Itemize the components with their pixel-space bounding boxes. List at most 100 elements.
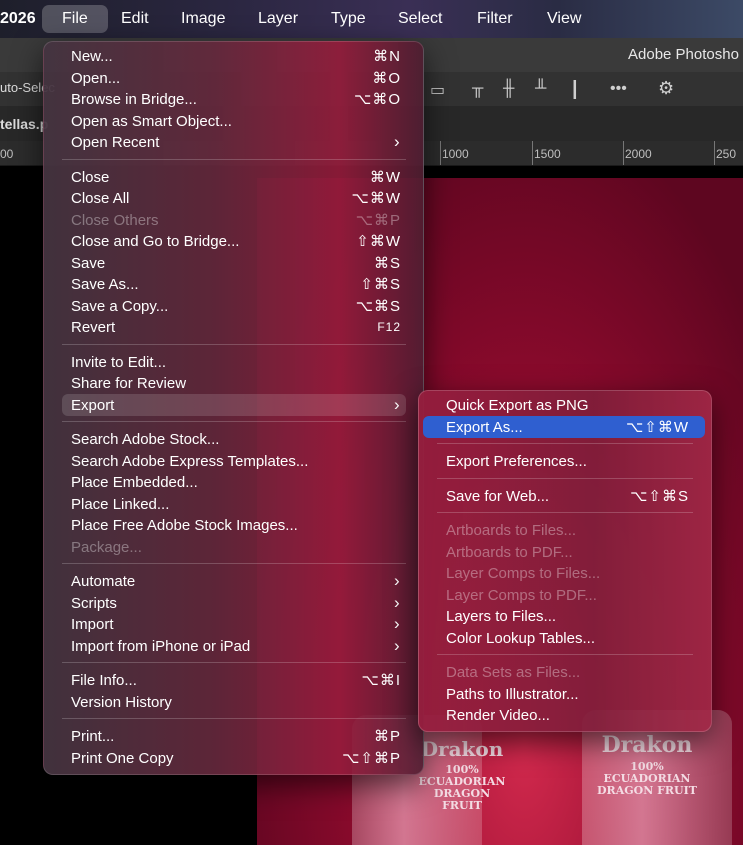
- menu-item-new[interactable]: New...: [71, 46, 113, 67]
- menu-item-quick-export-as-png[interactable]: Quick Export as PNG: [446, 395, 589, 416]
- shortcut-label: ⌥⇧⌘S: [630, 487, 689, 505]
- menu-item-save[interactable]: Save: [71, 253, 105, 274]
- menu-item-close[interactable]: Close: [71, 167, 109, 188]
- menu-item-data-sets-as-files: Data Sets as Files...: [446, 664, 581, 681]
- menu-item-save-a-copy[interactable]: Save a Copy...: [71, 296, 168, 317]
- menu-item-open-as-smart-object[interactable]: Open as Smart Object...: [71, 111, 232, 132]
- menu-item-layers-to-files[interactable]: Layers to Files...: [446, 606, 556, 627]
- menu-image[interactable]: Image: [181, 0, 225, 38]
- menu-item-paths-to-illustrator[interactable]: Paths to Illustrator...: [446, 684, 579, 705]
- ruler-tick: 250: [716, 147, 737, 161]
- shortcut-label: ⇧⌘S: [360, 276, 401, 293]
- align-top-icon[interactable]: ▭: [430, 80, 445, 100]
- menu-item-artboards-to-files: Artboards to Files...: [446, 522, 577, 539]
- app-name[interactable]: 2026: [0, 0, 36, 38]
- menu-item-render-video[interactable]: Render Video...: [446, 705, 550, 726]
- menu-item-save-as[interactable]: Save As...: [71, 274, 139, 295]
- shortcut-label: ⌘W: [369, 168, 401, 186]
- shortcut-label: ⌘N: [373, 48, 401, 65]
- menu-type[interactable]: Type: [331, 0, 366, 38]
- menu-separator: [62, 158, 406, 160]
- menu-item-export[interactable]: Export: [71, 395, 114, 416]
- shortcut-label: ⌥⌘W: [351, 190, 401, 207]
- menu-layer[interactable]: Layer: [258, 0, 298, 38]
- more-options-icon[interactable]: •••: [610, 80, 627, 98]
- distribute-icon[interactable]: ┃: [570, 80, 580, 100]
- align-bottom-icon[interactable]: ╨: [535, 80, 546, 98]
- app-title: Adobe Photosho: [628, 46, 739, 63]
- shortcut-label: F12: [377, 320, 401, 334]
- align-horizontal-icon[interactable]: ╫: [503, 80, 514, 98]
- ruler-tick: 2000: [625, 147, 652, 161]
- menu-item-place-linked[interactable]: Place Linked...: [71, 494, 169, 515]
- chevron-right-icon: ›: [394, 614, 400, 633]
- menu-item-print[interactable]: Print...: [71, 726, 114, 747]
- menu-separator: [62, 421, 406, 422]
- bottle-label-1: Drakon 100% ECUADORIAN DRAGON FRUIT: [418, 737, 506, 812]
- export-submenu: Quick Export as PNG Export As... ⌥⇧⌘W Expor…: [418, 390, 712, 732]
- menu-item-search-adobe-express-templates[interactable]: Search Adobe Express Templates...: [71, 451, 308, 472]
- menu-item-open-recent[interactable]: Open Recent: [71, 132, 159, 153]
- menu-separator: [62, 563, 406, 564]
- align-vertical-center-icon[interactable]: ╥: [472, 80, 483, 98]
- shortcut-label: ⌘O: [372, 69, 401, 87]
- menu-item-revert[interactable]: Revert: [71, 317, 115, 338]
- menu-separator: [62, 662, 406, 663]
- menu-item-place-free-adobe-stock-images[interactable]: Place Free Adobe Stock Images...: [71, 515, 298, 536]
- menu-separator: [437, 654, 693, 655]
- menu-item-import-from-iphone-or-ipad[interactable]: Import from iPhone or iPad: [71, 636, 250, 657]
- menu-filter[interactable]: Filter: [477, 0, 513, 38]
- shortcut-label: ⌥⇧⌘W: [625, 418, 689, 436]
- menu-item-automate[interactable]: Automate: [71, 571, 135, 592]
- shortcut-label: ⌥⇧⌘P: [342, 749, 401, 767]
- menu-item-close-all[interactable]: Close All: [71, 188, 129, 209]
- menu-item-print-one-copy[interactable]: Print One Copy: [71, 748, 174, 769]
- menu-item-invite-to-edit[interactable]: Invite to Edit...: [71, 352, 166, 373]
- menu-item-close-and-go-to-bridge[interactable]: Close and Go to Bridge...: [71, 231, 239, 252]
- document-tab-label: tellas.p: [0, 116, 49, 132]
- menu-separator: [62, 718, 406, 719]
- ruler-tick: 1500: [534, 147, 561, 161]
- shortcut-label: ⌥⌘S: [355, 297, 401, 315]
- ruler-tick: 00: [0, 147, 14, 161]
- menu-item-version-history[interactable]: Version History: [71, 692, 172, 713]
- gear-icon[interactable]: ⚙: [658, 78, 674, 99]
- menu-separator: [437, 512, 693, 513]
- menu-separator: [437, 477, 693, 479]
- shortcut-label: ⇧⌘W: [356, 233, 401, 250]
- menu-item-layer-comps-to-pdf: Layer Comps to PDF...: [446, 586, 597, 604]
- menu-file[interactable]: File: [42, 5, 108, 33]
- menu-select[interactable]: Select: [398, 0, 442, 38]
- menu-edit[interactable]: Edit: [121, 0, 149, 38]
- menu-item-place-embedded[interactable]: Place Embedded...: [71, 472, 198, 493]
- chevron-right-icon: ›: [394, 635, 400, 655]
- chevron-right-icon: ›: [394, 571, 400, 590]
- menu-item-import[interactable]: Import: [71, 614, 114, 635]
- shortcut-label: ⌘P: [373, 728, 401, 745]
- chevron-right-icon: ›: [394, 132, 400, 151]
- menu-item-search-adobe-stock[interactable]: Search Adobe Stock...: [71, 429, 219, 450]
- menu-item-layer-comps-to-files: Layer Comps to Files...: [446, 565, 601, 582]
- menu-item-file-info[interactable]: File Info...: [71, 670, 137, 691]
- menu-item-package: Package...: [71, 538, 142, 556]
- file-menu: New... ⌘N Open... ⌘O Browse in Bridge... ⌥⌘O O…: [43, 41, 424, 775]
- menu-item-share-for-review[interactable]: Share for Review: [71, 373, 186, 394]
- menu-view[interactable]: View: [547, 0, 581, 38]
- menu-item-open[interactable]: Open...: [71, 68, 120, 89]
- menu-item-close-others: Close Others: [71, 211, 159, 229]
- menu-item-artboards-to-pdf: Artboards to PDF...: [446, 543, 573, 561]
- menu-item-save-for-web[interactable]: Save for Web...: [446, 486, 549, 507]
- shortcut-label: ⌥⌘I: [361, 672, 401, 689]
- shortcut-label: ⌘S: [373, 254, 401, 272]
- ruler-tick: 1000: [442, 147, 469, 161]
- bottle-label-2: Drakon 100% ECUADORIAN DRAGON FRUIT: [597, 732, 697, 797]
- menu-item-export-as[interactable]: Export As...: [446, 417, 523, 438]
- menu-item-scripts[interactable]: Scripts: [71, 593, 117, 614]
- menu-item-export-preferences[interactable]: Export Preferences...: [446, 451, 587, 472]
- shortcut-label: ⌥⌘O: [354, 91, 401, 108]
- menu-separator: [62, 343, 406, 345]
- menu-item-browse-in-bridge[interactable]: Browse in Bridge...: [71, 89, 197, 110]
- chevron-right-icon: ›: [394, 394, 400, 414]
- menu-separator: [437, 443, 693, 444]
- menu-item-color-lookup-tables[interactable]: Color Lookup Tables...: [446, 628, 595, 649]
